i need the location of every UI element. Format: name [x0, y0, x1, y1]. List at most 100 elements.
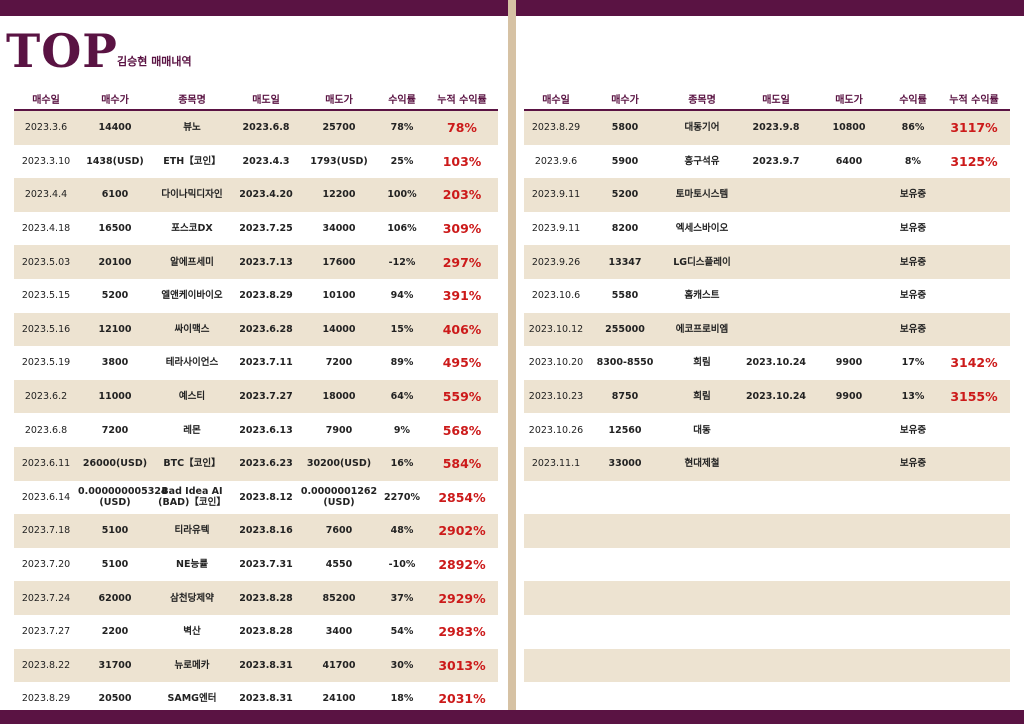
table-row: 2023.4.4 6100 다이나믹디자인 2023.4.20 12200 100% 203…	[14, 178, 498, 212]
cell-sell-price: 17600	[300, 245, 378, 279]
cell-stock-name: SAMG엔터	[167, 693, 217, 705]
cell-cumulative-return	[938, 312, 1010, 347]
table-row: 2023.9.11 8200 엑세스바이오 보유중	[524, 212, 1010, 246]
cell-stock-name: 대동	[693, 424, 711, 436]
cell-sell-price: 30200(USD)	[300, 446, 378, 481]
cell-buy-price: 2200	[101, 626, 129, 638]
column-header-buy-price: 매수가	[588, 87, 662, 111]
table-row	[524, 648, 1010, 683]
cell-cumulative-return	[938, 548, 1010, 582]
cell-buy-price: 12560	[608, 424, 642, 436]
cell-cumulative-return: 406%	[426, 312, 498, 347]
cell-buy-date	[524, 481, 588, 515]
cell-return: 보유중	[899, 290, 927, 302]
trade-table-right: 매수일 매수가 종목명 매도일 매도가 수익률 누적 수익률 2023.8.29 5800 대동…	[524, 87, 1010, 683]
cell-stock-name	[662, 548, 742, 582]
cell-cumulative-return: 2929%	[426, 581, 498, 615]
cell-return: 94%	[390, 290, 414, 302]
cell-buy-price: 3800	[101, 357, 129, 369]
column-header-stock-name: 종목명	[662, 87, 742, 111]
cell-buy-date: 2023.7.20	[21, 559, 71, 571]
cell-buy-date: 2023.8.29	[21, 693, 71, 705]
cell-return: -12%	[378, 245, 426, 279]
cell-buy-date: 2023.6.8	[24, 424, 68, 436]
cell-sell-price: 1793(USD)	[310, 155, 368, 167]
cell-buy-price: 14400	[78, 110, 152, 145]
cell-stock-name: 싸이맥스	[152, 312, 232, 347]
cell-return: 30%	[378, 648, 426, 683]
cell-sell-price	[810, 648, 888, 683]
table-row: 2023.5.16 12100 싸이맥스 2023.6.28 14000 15% 406%	[14, 312, 498, 347]
cell-cumulative-return: 568%	[442, 422, 482, 438]
cell-sell-date: 2023.7.11	[239, 357, 293, 369]
cell-cumulative-return: 391%	[442, 288, 482, 304]
cell-sell-date	[742, 178, 810, 212]
cell-return: 2270%	[384, 491, 420, 503]
cell-return: 8%	[904, 155, 922, 167]
cell-buy-price: 255000	[588, 312, 662, 347]
cell-buy-price: 33000	[588, 446, 662, 481]
cell-stock-name: 뉴로메카	[152, 648, 232, 683]
cell-stock-name: LG디스플레이	[662, 245, 742, 279]
cell-buy-date: 2023.4.4	[14, 178, 78, 212]
cell-cumulative-return: 3117%	[938, 110, 1010, 145]
cell-cumulative-return: 203%	[426, 178, 498, 212]
cell-buy-date: 2023.7.18	[14, 514, 78, 548]
column-header-return: 수익률	[888, 87, 938, 111]
cell-return: 89%	[390, 357, 414, 369]
column-header-return: 수익률	[378, 87, 426, 111]
cell-buy-price: 62000	[78, 581, 152, 615]
cell-sell-date	[742, 514, 810, 548]
cell-sell-date	[742, 245, 810, 279]
table-header-row: 매수일 매수가 종목명 매도일 매도가 수익률 누적 수익률	[524, 87, 1010, 111]
cell-sell-price: 4550	[325, 559, 353, 571]
cell-buy-price	[588, 514, 662, 548]
cell-buy-price: 20100	[78, 245, 152, 279]
cell-cumulative-return: 495%	[442, 355, 482, 371]
table-row: 2023.11.1 33000 현대제철 보유중	[524, 446, 1010, 481]
cell-sell-date	[742, 212, 810, 246]
cell-buy-date: 2023.8.22	[14, 648, 78, 683]
cell-sell-date: 2023.10.24	[745, 357, 807, 369]
cell-sell-price: 3400	[325, 626, 353, 638]
cell-buy-date: 2023.5.15	[21, 290, 71, 302]
cell-stock-name: NE능률	[176, 559, 208, 571]
cell-sell-price	[810, 548, 888, 582]
cell-return: 보유중	[888, 446, 938, 481]
cell-cumulative-return: 3155%	[938, 379, 1010, 414]
cell-return: 보유중	[899, 223, 927, 235]
cell-sell-price: 14000	[300, 312, 378, 347]
table-row: 2023.9.6 5900 흥구석유 2023.9.7 6400 8% 3125%	[524, 145, 1010, 179]
cell-return: 54%	[390, 626, 414, 638]
cell-sell-date: 2023.8.29	[239, 290, 293, 302]
table-row: 2023.10.20 8300-8550 희림 2023.10.24 9900 17% 31…	[524, 346, 1010, 380]
cell-buy-price: 31700	[78, 648, 152, 683]
cell-stock-name: 희림	[693, 357, 711, 369]
cell-cumulative-return	[938, 279, 1010, 313]
cell-buy-price	[588, 615, 662, 649]
cell-return: 106%	[387, 223, 417, 235]
cell-cumulative-return: 2902%	[426, 514, 498, 548]
cell-return: 보유중	[888, 245, 938, 279]
cell-sell-price: 12200	[300, 178, 378, 212]
cell-sell-date: 2023.8.16	[232, 514, 300, 548]
cell-buy-price: 12100	[78, 312, 152, 347]
cell-stock-name: 엘앤케이바이오	[161, 290, 223, 302]
column-header-cumulative-return: 누적 수익률	[938, 87, 1010, 111]
cell-stock-name: 뷰노	[152, 110, 232, 145]
cell-sell-date: 2023.8.31	[232, 648, 300, 683]
table-row: 2023.4.18 16500 포스코DX 2023.7.25 34000 106% 309…	[14, 212, 498, 246]
table-row: 2023.6.14 0.000000005324 (USD) Bad Idea AI(…	[14, 481, 498, 515]
cell-buy-date	[524, 615, 588, 649]
cell-sell-date: 2023.8.31	[239, 693, 293, 705]
cell-sell-price: 25700	[300, 110, 378, 145]
table-row: 2023.3.6 14400 뷰노 2023.6.8 25700 78% 78%	[14, 110, 498, 145]
cell-sell-date	[742, 413, 810, 447]
cell-sell-date: 2023.6.28	[232, 312, 300, 347]
cell-return: 13%	[888, 379, 938, 414]
cell-sell-date: 2023.6.23	[232, 446, 300, 481]
cell-sell-price	[810, 446, 888, 481]
table-header-row: 매수일 매수가 종목명 매도일 매도가 수익률 누적 수익률	[14, 87, 498, 111]
cell-sell-price	[810, 279, 888, 313]
column-header-sell-date: 매도일	[232, 87, 300, 111]
